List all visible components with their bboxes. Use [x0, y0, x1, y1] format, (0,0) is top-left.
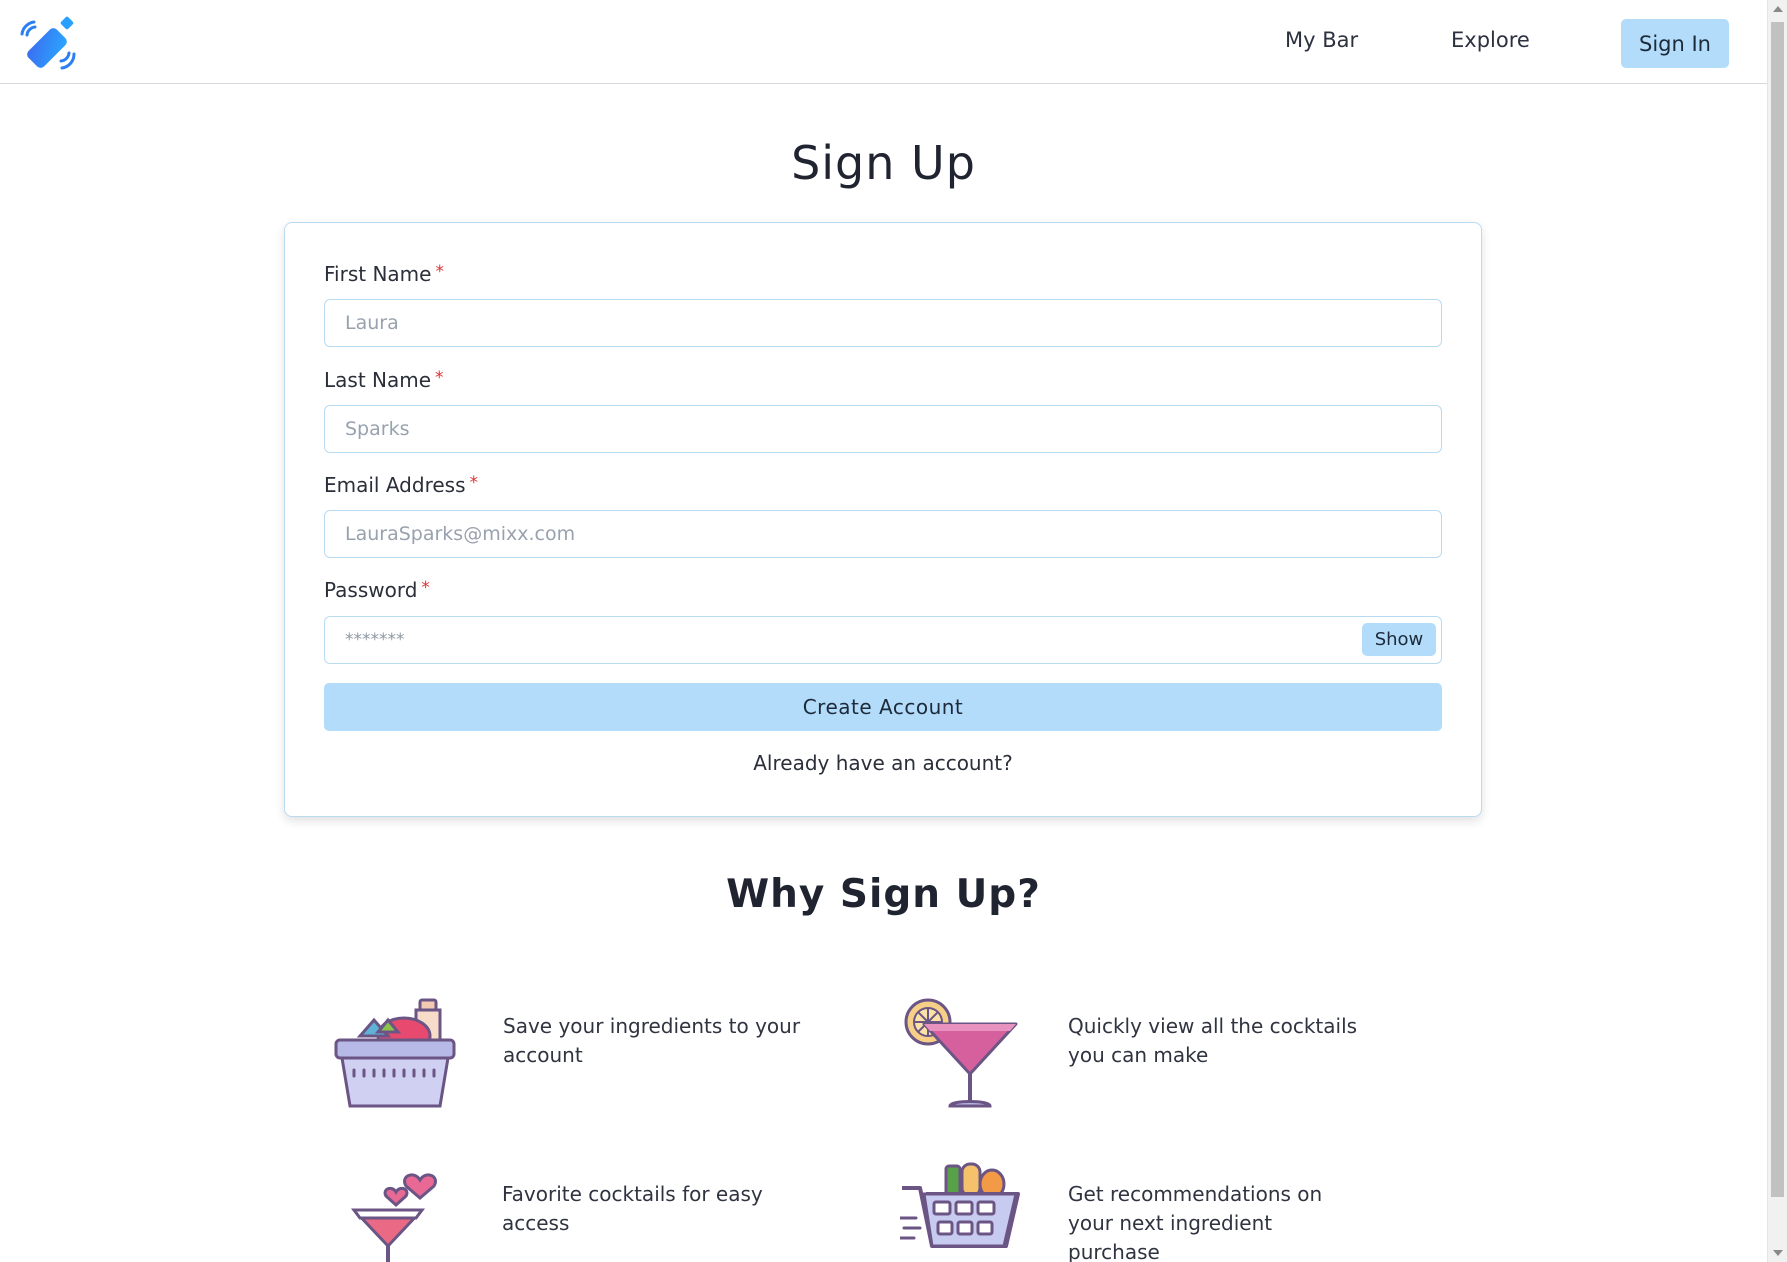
benefit-text: Get recommendations on your next ingredi…	[1068, 1182, 1323, 1262]
last-name-input[interactable]	[324, 405, 1442, 453]
nav-my-bar-link[interactable]: My Bar	[1285, 28, 1358, 52]
benefit-text: Favorite cocktails for easy access	[502, 1182, 763, 1235]
top-navbar: My Bar Explore Sign In	[0, 0, 1767, 84]
app-logo-icon[interactable]	[16, 14, 80, 74]
required-asterisk: *	[435, 262, 444, 282]
required-asterisk: *	[469, 473, 479, 493]
signup-form-card: First Name* Last Name* Email Address* Pa…	[284, 222, 1482, 817]
password-field: Show	[324, 616, 1442, 664]
first-name-label: First Name *	[324, 262, 444, 286]
first-name-input[interactable]	[324, 299, 1442, 347]
password-label-text: Password	[324, 578, 418, 602]
page-title: Sign Up	[791, 136, 976, 190]
last-name-label: Last Name *	[324, 368, 444, 392]
page-scrollbar[interactable]	[1767, 0, 1787, 1262]
sign-in-button[interactable]: Sign In	[1621, 19, 1729, 68]
scroll-down-arrow-icon[interactable]	[1773, 1250, 1783, 1256]
password-input[interactable]	[325, 617, 1355, 663]
required-asterisk: *	[435, 368, 444, 388]
already-have-account-link[interactable]: Already have an account?	[285, 751, 1481, 775]
last-name-label-text: Last Name	[324, 368, 432, 392]
required-asterisk: *	[421, 578, 430, 598]
nav-explore-link[interactable]: Explore	[1451, 28, 1530, 52]
shopping-cart-icon	[900, 1162, 1020, 1248]
cocktail-glass-icon	[904, 998, 1018, 1108]
password-label: Password *	[324, 578, 430, 602]
create-account-button[interactable]: Create Account	[324, 683, 1442, 731]
why-sign-up-title: Why Sign Up?	[726, 872, 1041, 917]
first-name-label-text: First Name	[324, 262, 432, 286]
show-password-button[interactable]: Show	[1362, 623, 1436, 656]
email-input[interactable]	[324, 510, 1442, 558]
scroll-up-arrow-icon[interactable]	[1773, 6, 1783, 12]
scrollbar-thumb[interactable]	[1771, 22, 1784, 1197]
benefit-text: Quickly view all the cocktails you can m…	[1068, 1014, 1358, 1067]
grocery-basket-icon	[334, 998, 456, 1108]
email-label: Email Address *	[324, 473, 478, 497]
email-label-text: Email Address	[324, 473, 466, 497]
benefit-text: Save your ingredients to your account	[503, 1014, 801, 1067]
